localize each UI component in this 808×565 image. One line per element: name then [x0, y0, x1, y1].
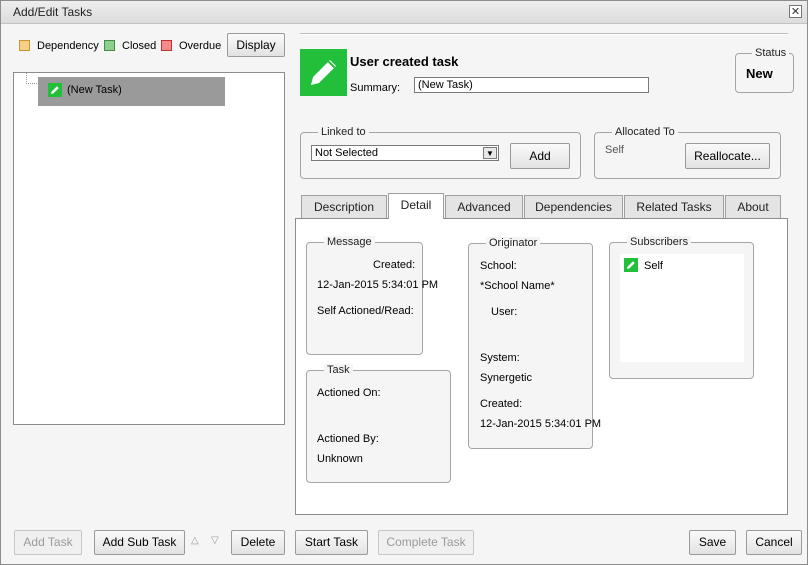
- summary-input[interactable]: [414, 77, 649, 93]
- user-label: User:: [491, 306, 518, 318]
- pencil-icon: [300, 49, 347, 96]
- originator-legend: Originator: [486, 237, 541, 249]
- status-value: New: [746, 66, 773, 81]
- overdue-legend-label: Overdue: [179, 40, 222, 52]
- complete-task-button[interactable]: Complete Task: [378, 530, 474, 555]
- linked-to-select[interactable]: Not Selected ▼: [311, 145, 499, 161]
- window-title: Add/Edit Tasks: [13, 5, 93, 19]
- closed-legend-swatch: [104, 40, 115, 51]
- pencil-icon: [624, 258, 638, 272]
- add-edit-tasks-window: Add/Edit Tasks ✕ Dependency Closed Overd…: [0, 0, 808, 565]
- school-label: School:: [480, 260, 517, 272]
- tab-description[interactable]: Description: [301, 195, 387, 219]
- system-label: System:: [480, 352, 520, 364]
- tab-advanced[interactable]: Advanced: [445, 195, 523, 219]
- self-actioned-label: Self Actioned/Read:: [317, 305, 414, 317]
- subscribers-legend: Subscribers: [627, 236, 692, 248]
- dependency-legend-swatch: [19, 40, 30, 51]
- display-button[interactable]: Display: [227, 33, 285, 57]
- school-value: *School Name*: [480, 280, 555, 292]
- message-created-label: Created:: [373, 259, 416, 271]
- message-legend: Message: [324, 236, 375, 248]
- header-divider: [300, 33, 788, 35]
- delete-button[interactable]: Delete: [231, 530, 285, 555]
- actioned-by-label: Actioned By:: [317, 433, 379, 445]
- save-button[interactable]: Save: [689, 530, 736, 555]
- triangle-up-icon[interactable]: △: [191, 535, 199, 546]
- linked-to-selected: Not Selected: [315, 147, 378, 159]
- actioned-on-label: Actioned On:: [317, 387, 381, 399]
- tab-about[interactable]: About: [725, 195, 781, 219]
- task-legend: Task: [324, 364, 353, 376]
- title-bar: Add/Edit Tasks ✕: [1, 1, 807, 24]
- subscriber-name: Self: [644, 260, 663, 272]
- actioned-by-value: Unknown: [317, 453, 363, 465]
- tree-item-label: (New Task): [67, 84, 122, 96]
- add-sub-task-button[interactable]: Add Sub Task: [94, 530, 185, 555]
- overdue-legend-swatch: [161, 40, 172, 51]
- tree-line: [26, 73, 37, 84]
- chevron-down-icon[interactable]: ▼: [483, 147, 497, 159]
- summary-label: Summary:: [350, 82, 401, 94]
- allocated-to-legend: Allocated To: [612, 126, 678, 138]
- add-task-button[interactable]: Add Task: [14, 530, 82, 555]
- system-value: Synergetic: [480, 372, 532, 384]
- cancel-button[interactable]: Cancel: [746, 530, 802, 555]
- close-icon[interactable]: ✕: [789, 5, 802, 18]
- subscribers-list: Self: [620, 254, 744, 362]
- status-legend: Status: [752, 47, 790, 59]
- allocated-to-value: Self: [605, 144, 624, 156]
- tab-detail[interactable]: Detail: [388, 193, 444, 219]
- pencil-icon: [48, 83, 62, 97]
- message-created-value: 12-Jan-2015 5:34:01 PM: [317, 279, 439, 291]
- task-heading: User created task: [350, 54, 459, 69]
- tab-dependencies[interactable]: Dependencies: [524, 195, 623, 219]
- list-item[interactable]: Self: [624, 258, 724, 274]
- originator-created-value: 12-Jan-2015 5:34:01 PM: [480, 418, 602, 430]
- start-task-button[interactable]: Start Task: [295, 530, 368, 555]
- add-link-button[interactable]: Add: [510, 143, 570, 169]
- dependency-legend-label: Dependency: [37, 40, 99, 52]
- tab-related-tasks[interactable]: Related Tasks: [624, 195, 724, 219]
- originator-created-label: Created:: [480, 398, 523, 410]
- reallocate-button[interactable]: Reallocate...: [685, 143, 770, 169]
- triangle-down-icon[interactable]: ▽: [211, 535, 219, 546]
- linked-to-legend: Linked to: [318, 126, 369, 138]
- task-tree: (New Task): [13, 72, 285, 425]
- closed-legend-label: Closed: [122, 40, 157, 52]
- tree-item-new-task[interactable]: (New Task): [38, 77, 225, 106]
